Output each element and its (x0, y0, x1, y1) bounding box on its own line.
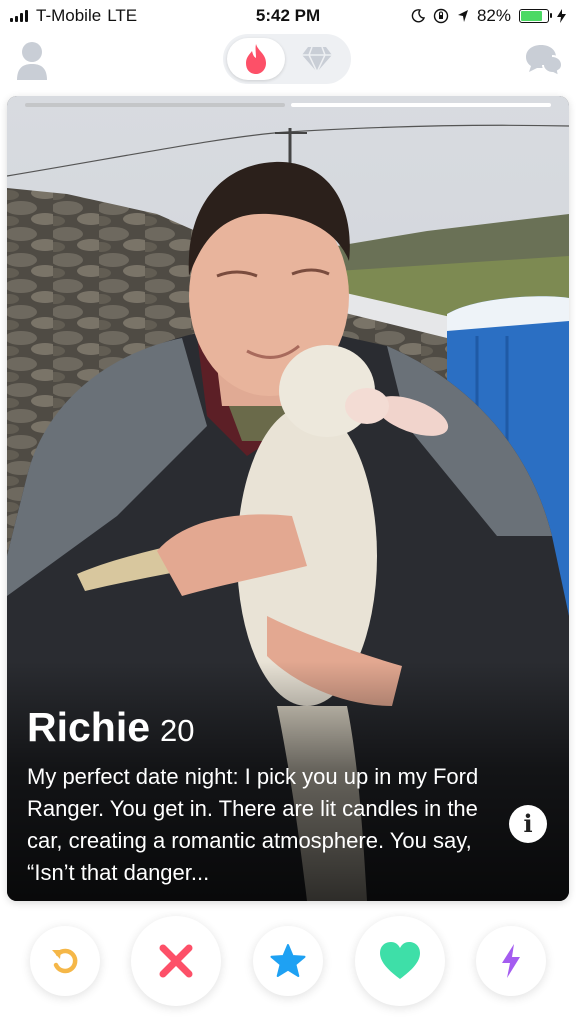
location-arrow-icon (457, 10, 468, 22)
tab-top-picks[interactable] (289, 38, 345, 80)
chat-bubbles-icon (526, 45, 564, 78)
action-bar (0, 912, 576, 1012)
info-icon: i (523, 809, 533, 838)
profile-name: Richie (27, 704, 151, 750)
person-icon (17, 42, 47, 80)
star-icon (270, 944, 306, 977)
super-like-button[interactable] (253, 926, 323, 996)
heart-icon (380, 942, 420, 979)
status-right: 82% (411, 6, 566, 26)
lightning-icon (502, 944, 520, 978)
charging-bolt-icon (557, 9, 566, 23)
profile-bio: My perfect date night: I pick you up in … (27, 764, 479, 885)
photo-indicator-active[interactable] (291, 103, 551, 107)
battery-percent: 82% (476, 6, 511, 25)
like-button[interactable] (355, 916, 445, 1006)
info-button[interactable]: i (509, 805, 547, 843)
boost-button[interactable] (476, 926, 546, 996)
diamond-icon (302, 46, 332, 73)
battery-icon (519, 9, 552, 23)
close-icon (159, 944, 193, 978)
photo-indicator[interactable] (25, 103, 285, 107)
photo-progress-bars (25, 103, 551, 107)
profile-info: Richie 20 My perfect date night: I pick … (27, 704, 499, 889)
orientation-lock-icon (433, 8, 449, 24)
flame-icon (246, 44, 266, 74)
rewind-button[interactable] (30, 926, 100, 996)
rewind-icon (52, 948, 78, 974)
profile-age: 20 (160, 713, 195, 748)
messages-button[interactable] (524, 42, 564, 78)
tab-discover[interactable] (227, 38, 285, 80)
profile-card[interactable]: Richie 20 My perfect date night: I pick … (7, 96, 569, 901)
moon-icon (411, 9, 425, 23)
profile-button[interactable] (16, 40, 48, 80)
status-bar: T-Mobile LTE 5:42 PM 82% (0, 0, 576, 30)
nope-button[interactable] (131, 916, 221, 1006)
top-nav (0, 30, 576, 90)
name-age-row: Richie 20 (27, 704, 499, 751)
mode-switcher (223, 34, 351, 84)
